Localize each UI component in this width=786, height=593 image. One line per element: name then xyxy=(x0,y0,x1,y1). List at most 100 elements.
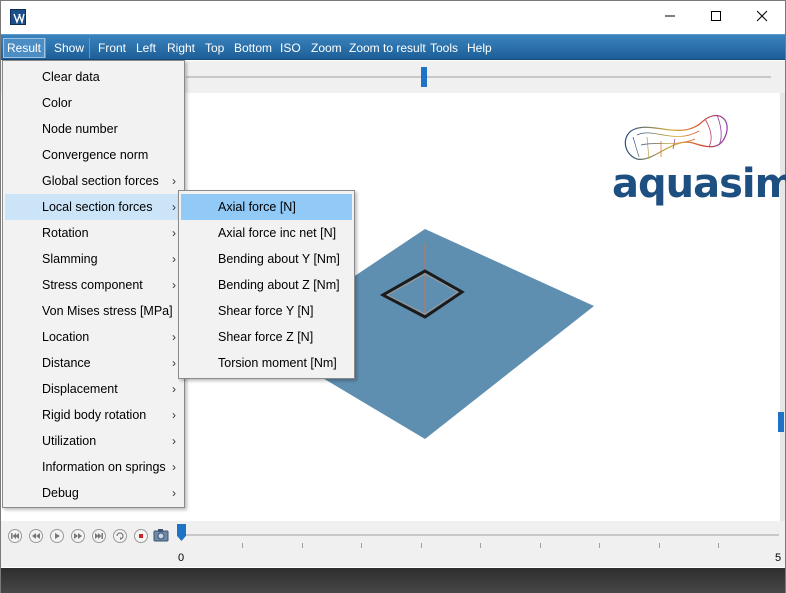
result-menu-item[interactable]: Convergence norm xyxy=(5,142,182,168)
submenu-arrow-icon: › xyxy=(172,460,176,474)
result-menu-item-label: Node number xyxy=(42,122,118,136)
result-menu-item-label: Global section forces xyxy=(42,174,159,188)
local-section-forces-item-label: Shear force Y [N] xyxy=(218,304,314,318)
loop-icon xyxy=(116,532,124,540)
result-menu-item[interactable]: Slamming › xyxy=(5,246,182,272)
result-menu-item-label: Rotation xyxy=(42,226,89,240)
result-menu-item-label: Clear data xyxy=(42,70,100,84)
result-menu-item[interactable]: Location › xyxy=(5,324,182,350)
result-menu-item[interactable]: Rotation › xyxy=(5,220,182,246)
first-frame-icon xyxy=(11,533,19,539)
top-slider-thumb[interactable] xyxy=(421,67,427,87)
rewind-icon xyxy=(32,533,40,539)
loop-button[interactable] xyxy=(113,529,127,543)
menu-result[interactable]: Result xyxy=(3,38,46,58)
timeline-start-label: 0 xyxy=(178,552,185,564)
submenu-arrow-icon: › xyxy=(172,174,176,188)
menu-bottom[interactable]: Bottom xyxy=(231,38,275,58)
play-button[interactable] xyxy=(50,529,64,543)
stop-button[interactable] xyxy=(134,529,148,543)
maximize-button[interactable] xyxy=(693,1,739,31)
play-icon xyxy=(55,533,60,539)
app-icon[interactable] xyxy=(10,9,26,25)
vertical-scrollbar[interactable] xyxy=(780,93,785,521)
timeline-tick xyxy=(659,543,660,548)
result-menu-item-label: Local section forces xyxy=(42,200,153,214)
minimize-button[interactable] xyxy=(647,1,693,31)
app-window: Result Show Front Left Right Top Bottom … xyxy=(0,0,786,593)
menu-front[interactable]: Front xyxy=(95,38,129,58)
timeline-tick xyxy=(599,543,600,548)
submenu-arrow-icon: › xyxy=(172,226,176,240)
status-bar xyxy=(1,568,785,593)
menu-bar: Result Show Front Left Right Top Bottom … xyxy=(1,34,785,60)
local-section-forces-item[interactable]: Shear force Z [N] xyxy=(181,324,352,350)
menu-top[interactable]: Top xyxy=(202,38,227,58)
local-section-forces-item-label: Axial force [N] xyxy=(218,200,296,214)
result-menu-item[interactable]: Clear data xyxy=(5,64,182,90)
local-section-forces-item[interactable]: Axial force inc net [N] xyxy=(181,220,352,246)
timeline-tick xyxy=(302,543,303,548)
local-section-forces-item-label: Bending about Z [Nm] xyxy=(218,278,340,292)
menu-separator xyxy=(45,38,46,58)
close-icon xyxy=(756,10,768,22)
local-section-forces-item[interactable]: Bending about Y [Nm] xyxy=(181,246,352,272)
timeline-end-label: 5 xyxy=(775,552,782,564)
menu-tools[interactable]: Tools xyxy=(427,38,461,58)
result-menu-item-label: Stress component xyxy=(42,278,143,292)
local-section-forces-item-label: Torsion moment [Nm] xyxy=(218,356,337,370)
menu-right[interactable]: Right xyxy=(164,38,198,58)
title-bar xyxy=(1,1,785,33)
result-menu-item[interactable]: Von Mises stress [MPa] xyxy=(5,298,182,324)
result-menu-item[interactable]: Distance › xyxy=(5,350,182,376)
timeline-track[interactable] xyxy=(181,534,779,536)
menu-show[interactable]: Show xyxy=(51,38,87,58)
fast-forward-button[interactable] xyxy=(71,529,85,543)
menu-zoom-to-result[interactable]: Zoom to result xyxy=(346,38,429,58)
local-section-forces-item[interactable]: Shear force Y [N] xyxy=(181,298,352,324)
result-menu-item[interactable]: Displacement › xyxy=(5,376,182,402)
local-section-forces-item[interactable]: Torsion moment [Nm] xyxy=(181,350,352,376)
local-section-forces-item-label: Bending about Y [Nm] xyxy=(218,252,340,266)
menu-zoom[interactable]: Zoom xyxy=(308,38,345,58)
result-menu-item-label: Distance xyxy=(42,356,91,370)
result-menu-item[interactable]: Debug › xyxy=(5,480,182,506)
result-menu-item[interactable]: Global section forces › xyxy=(5,168,182,194)
result-menu-item[interactable]: Local section forces › xyxy=(5,194,182,220)
camera-button[interactable] xyxy=(153,528,169,542)
local-section-forces-item[interactable]: Axial force [N] xyxy=(181,194,352,220)
submenu-arrow-icon: › xyxy=(172,278,176,292)
menu-help[interactable]: Help xyxy=(464,38,495,58)
result-menu-item[interactable]: Information on springs › xyxy=(5,454,182,480)
submenu-arrow-icon: › xyxy=(172,408,176,422)
submenu-arrow-icon: › xyxy=(172,382,176,396)
result-menu-item-label: Debug xyxy=(42,486,79,500)
top-slider-track[interactable] xyxy=(186,76,771,78)
menu-iso[interactable]: ISO xyxy=(277,38,304,58)
result-menu-item-label: Color xyxy=(42,96,72,110)
result-menu-item-label: Utilization xyxy=(42,434,97,448)
result-menu-item[interactable]: Rigid body rotation › xyxy=(5,402,182,428)
result-menu-item[interactable]: Color xyxy=(5,90,182,116)
result-menu-item-label: Displacement xyxy=(42,382,118,396)
local-section-forces-item[interactable]: Bending about Z [Nm] xyxy=(181,272,352,298)
local-section-forces-item-label: Axial force inc net [N] xyxy=(218,226,337,240)
timeline-tick xyxy=(480,543,481,548)
first-frame-button[interactable] xyxy=(8,529,22,543)
result-menu-item-label: Location xyxy=(42,330,90,344)
local-section-forces-item-label: Shear force Z [N] xyxy=(218,330,314,344)
result-menu-item[interactable]: Node number xyxy=(5,116,182,142)
timeline-tick xyxy=(540,543,541,548)
close-button[interactable] xyxy=(739,1,785,31)
result-menu: Clear data Color Node number Convergence no… xyxy=(2,60,185,508)
submenu-arrow-icon: › xyxy=(172,252,176,266)
result-menu-item[interactable]: Stress component › xyxy=(5,272,182,298)
result-menu-item-label: Information on springs xyxy=(42,460,166,474)
aquasim-logo-text: aquasim xyxy=(612,161,786,207)
last-frame-button[interactable] xyxy=(92,529,106,543)
vertical-scrollbar-thumb[interactable] xyxy=(778,412,784,432)
result-menu-item[interactable]: Utilization › xyxy=(5,428,182,454)
last-frame-icon xyxy=(95,533,103,539)
rewind-button[interactable] xyxy=(29,529,43,543)
menu-left[interactable]: Left xyxy=(133,38,159,58)
